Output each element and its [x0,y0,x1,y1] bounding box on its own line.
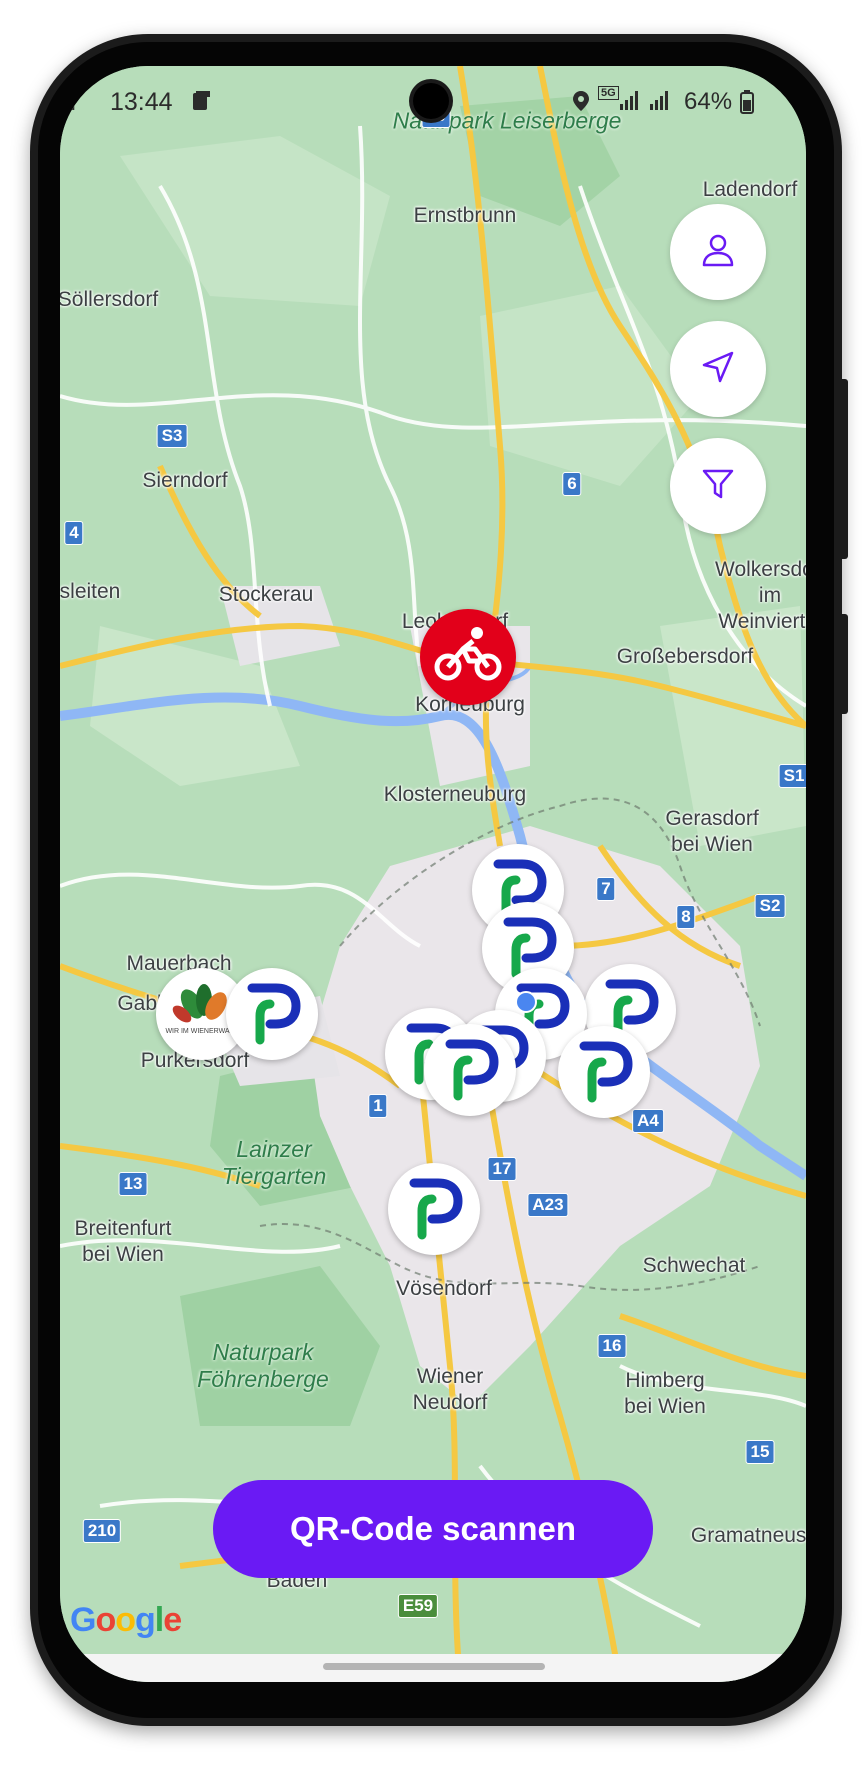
road-shield-15: 15 [745,1440,775,1464]
road-shield-210: 210 [82,1519,122,1543]
map-place-gerasdorf: Gerasdorf bei Wien [665,807,759,856]
network-type-badge: 5G [598,86,619,100]
road-shield-13: 13 [118,1172,148,1196]
map-place-wiener-neudorf: Wiener Neudorf [412,1365,488,1414]
road-shield-s3: S3 [156,424,188,448]
road-shield-8: 8 [676,905,696,929]
location-icon [572,90,590,117]
map-place-sleiten: sleiten [60,580,121,603]
parking-logo-icon [409,1178,463,1240]
parking-logo-icon [445,1039,499,1101]
road-shield-s1: S1 [778,764,806,788]
map-place-klosterneuburg: Klosterneuburg [383,783,527,806]
road-shield-1: 1 [368,1094,388,1118]
locate-me-button[interactable] [670,321,766,417]
signal-icon [620,88,678,117]
map-place-breitenfurt: Breitenfurt bei Wien [74,1217,172,1266]
road-shield-s2: S2 [754,894,786,918]
status-time: 13:44 [110,88,173,116]
home-gesture-handle[interactable] [323,1663,545,1670]
parking-marker[interactable] [558,1026,650,1118]
map-place-ladendorf: Ladendorf [702,178,798,201]
qr-code-scan-button[interactable]: QR-Code scannen [213,1480,653,1578]
map-place-sierndorf: Sierndorf [142,469,228,492]
road-shield-4: 4 [64,521,84,545]
map-place-ernstbrunn: Ernstbrunn [413,204,517,227]
road-shield-6: 6 [562,472,582,496]
road-shield-e59: E59 [397,1594,439,1618]
bicycle-icon [433,625,503,690]
power-button [842,614,848,714]
map-park-lainzer: Lainzer Tiergarten [221,1136,327,1189]
person-icon [699,231,737,274]
status-left-fragment: n [62,88,76,116]
map-place-wolkersdorf: Wolkersdorf im Weinviertel [715,558,806,633]
map-place-vosendorf: Vösendorf [396,1277,492,1300]
map-place-sollersdorf: Söllersdorf [60,288,159,311]
map-place-stockerau: Stockerau [218,583,314,606]
user-location-dot [515,991,537,1013]
notification-icon [190,90,212,117]
road-shield-a23: A23 [527,1193,569,1217]
volume-button [842,379,848,559]
road-shield-7: 7 [596,877,616,901]
parking-marker[interactable] [388,1163,480,1255]
parking-logo-icon [247,983,301,1045]
parking-marker[interactable] [226,968,318,1060]
battery-percentage: 64% [684,88,733,115]
road-shield-17: 17 [487,1157,517,1181]
navigation-arrow-icon [700,349,736,390]
map-place-schwechat: Schwechat [642,1254,746,1277]
map-place-gramatneusiedl: Gramatneusiedl [690,1524,806,1547]
parking-logo-icon [579,1041,633,1103]
map-canvas[interactable] [60,66,806,1682]
bike-station-marker[interactable] [420,609,516,705]
map-park-fohrenberge: Naturpark Föhrenberge [197,1339,329,1392]
profile-button[interactable] [670,204,766,300]
filter-button[interactable] [670,438,766,534]
road-shield-a4: A4 [632,1109,664,1133]
map-place-himberg: Himberg bei Wien [624,1369,706,1418]
parking-marker[interactable] [424,1024,516,1116]
map-place-grossebersdorf: Großebersdorf [616,645,754,668]
battery-icon [740,90,754,119]
app-screen: Naturpark Leiserberge Ernstbrunn Ladendo… [60,66,806,1682]
google-attribution: Google [70,1601,182,1639]
road-shield-16: 16 [597,1334,627,1358]
filter-funnel-icon [701,467,735,506]
front-camera [413,83,449,119]
